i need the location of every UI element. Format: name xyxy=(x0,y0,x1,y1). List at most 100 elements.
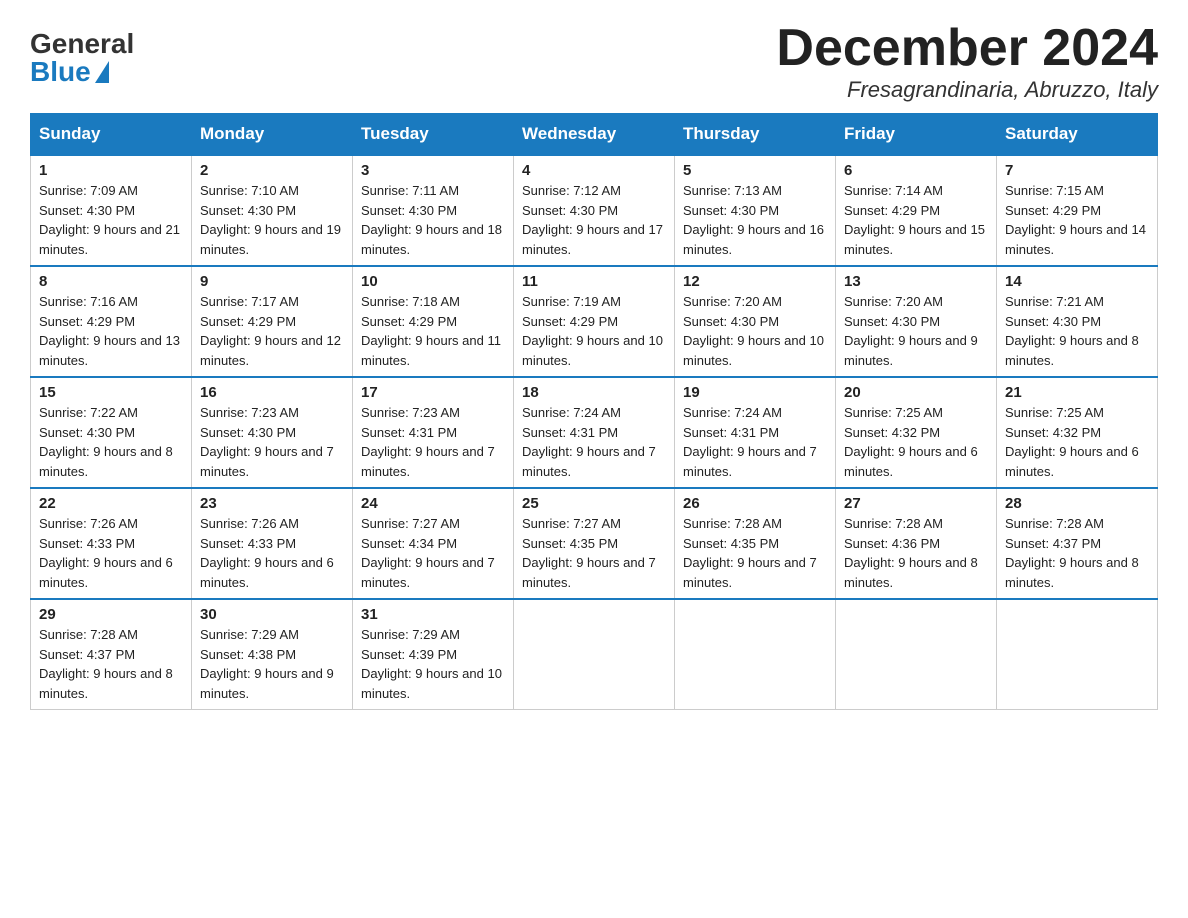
day-number: 28 xyxy=(1005,495,1149,512)
calendar-cell: 29 Sunrise: 7:28 AMSunset: 4:37 PMDaylig… xyxy=(31,599,192,710)
location-label: Fresagrandinaria, Abruzzo, Italy xyxy=(776,77,1158,103)
day-number: 10 xyxy=(361,273,505,290)
calendar-cell: 9 Sunrise: 7:17 AMSunset: 4:29 PMDayligh… xyxy=(192,266,353,377)
day-number: 4 xyxy=(522,162,666,179)
calendar-cell: 19 Sunrise: 7:24 AMSunset: 4:31 PMDaylig… xyxy=(675,377,836,488)
calendar-week-5: 29 Sunrise: 7:28 AMSunset: 4:37 PMDaylig… xyxy=(31,599,1158,710)
day-number: 26 xyxy=(683,495,827,512)
day-info: Sunrise: 7:09 AMSunset: 4:30 PMDaylight:… xyxy=(39,183,180,257)
calendar-cell: 15 Sunrise: 7:22 AMSunset: 4:30 PMDaylig… xyxy=(31,377,192,488)
day-info: Sunrise: 7:28 AMSunset: 4:37 PMDaylight:… xyxy=(39,627,173,701)
calendar-cell: 28 Sunrise: 7:28 AMSunset: 4:37 PMDaylig… xyxy=(997,488,1158,599)
day-number: 3 xyxy=(361,162,505,179)
calendar-cell: 6 Sunrise: 7:14 AMSunset: 4:29 PMDayligh… xyxy=(836,155,997,266)
day-info: Sunrise: 7:23 AMSunset: 4:30 PMDaylight:… xyxy=(200,405,334,479)
day-number: 20 xyxy=(844,384,988,401)
day-info: Sunrise: 7:24 AMSunset: 4:31 PMDaylight:… xyxy=(522,405,656,479)
calendar-cell: 11 Sunrise: 7:19 AMSunset: 4:29 PMDaylig… xyxy=(514,266,675,377)
calendar-cell: 31 Sunrise: 7:29 AMSunset: 4:39 PMDaylig… xyxy=(353,599,514,710)
day-number: 27 xyxy=(844,495,988,512)
calendar-cell: 27 Sunrise: 7:28 AMSunset: 4:36 PMDaylig… xyxy=(836,488,997,599)
day-info: Sunrise: 7:11 AMSunset: 4:30 PMDaylight:… xyxy=(361,183,502,257)
calendar-header: SundayMondayTuesdayWednesdayThursdayFrid… xyxy=(31,114,1158,156)
calendar-cell: 22 Sunrise: 7:26 AMSunset: 4:33 PMDaylig… xyxy=(31,488,192,599)
calendar-cell xyxy=(675,599,836,710)
day-info: Sunrise: 7:26 AMSunset: 4:33 PMDaylight:… xyxy=(200,516,334,590)
weekday-header-saturday: Saturday xyxy=(997,114,1158,156)
day-number: 12 xyxy=(683,273,827,290)
calendar-week-1: 1 Sunrise: 7:09 AMSunset: 4:30 PMDayligh… xyxy=(31,155,1158,266)
calendar-cell: 10 Sunrise: 7:18 AMSunset: 4:29 PMDaylig… xyxy=(353,266,514,377)
day-number: 29 xyxy=(39,606,183,623)
day-info: Sunrise: 7:26 AMSunset: 4:33 PMDaylight:… xyxy=(39,516,173,590)
day-number: 1 xyxy=(39,162,183,179)
day-number: 6 xyxy=(844,162,988,179)
day-number: 30 xyxy=(200,606,344,623)
weekday-header-sunday: Sunday xyxy=(31,114,192,156)
month-title: December 2024 xyxy=(776,20,1158,77)
calendar-cell: 12 Sunrise: 7:20 AMSunset: 4:30 PMDaylig… xyxy=(675,266,836,377)
calendar-cell: 5 Sunrise: 7:13 AMSunset: 4:30 PMDayligh… xyxy=(675,155,836,266)
day-info: Sunrise: 7:20 AMSunset: 4:30 PMDaylight:… xyxy=(683,294,824,368)
calendar-cell xyxy=(997,599,1158,710)
day-info: Sunrise: 7:29 AMSunset: 4:38 PMDaylight:… xyxy=(200,627,334,701)
day-info: Sunrise: 7:28 AMSunset: 4:37 PMDaylight:… xyxy=(1005,516,1139,590)
day-info: Sunrise: 7:24 AMSunset: 4:31 PMDaylight:… xyxy=(683,405,817,479)
day-number: 24 xyxy=(361,495,505,512)
day-number: 8 xyxy=(39,273,183,290)
day-number: 22 xyxy=(39,495,183,512)
day-number: 13 xyxy=(844,273,988,290)
weekday-header-tuesday: Tuesday xyxy=(353,114,514,156)
calendar-cell: 7 Sunrise: 7:15 AMSunset: 4:29 PMDayligh… xyxy=(997,155,1158,266)
day-info: Sunrise: 7:10 AMSunset: 4:30 PMDaylight:… xyxy=(200,183,341,257)
calendar-cell: 1 Sunrise: 7:09 AMSunset: 4:30 PMDayligh… xyxy=(31,155,192,266)
day-info: Sunrise: 7:21 AMSunset: 4:30 PMDaylight:… xyxy=(1005,294,1139,368)
calendar-cell: 17 Sunrise: 7:23 AMSunset: 4:31 PMDaylig… xyxy=(353,377,514,488)
calendar-cell: 20 Sunrise: 7:25 AMSunset: 4:32 PMDaylig… xyxy=(836,377,997,488)
day-info: Sunrise: 7:13 AMSunset: 4:30 PMDaylight:… xyxy=(683,183,824,257)
day-info: Sunrise: 7:15 AMSunset: 4:29 PMDaylight:… xyxy=(1005,183,1146,257)
logo-triangle-icon xyxy=(95,61,109,83)
calendar-cell: 21 Sunrise: 7:25 AMSunset: 4:32 PMDaylig… xyxy=(997,377,1158,488)
calendar-cell xyxy=(514,599,675,710)
logo: General Blue xyxy=(30,20,134,86)
calendar-cell: 4 Sunrise: 7:12 AMSunset: 4:30 PMDayligh… xyxy=(514,155,675,266)
day-info: Sunrise: 7:29 AMSunset: 4:39 PMDaylight:… xyxy=(361,627,502,701)
day-info: Sunrise: 7:25 AMSunset: 4:32 PMDaylight:… xyxy=(1005,405,1139,479)
calendar-cell: 26 Sunrise: 7:28 AMSunset: 4:35 PMDaylig… xyxy=(675,488,836,599)
calendar-cell: 25 Sunrise: 7:27 AMSunset: 4:35 PMDaylig… xyxy=(514,488,675,599)
day-number: 7 xyxy=(1005,162,1149,179)
day-number: 15 xyxy=(39,384,183,401)
calendar-cell: 24 Sunrise: 7:27 AMSunset: 4:34 PMDaylig… xyxy=(353,488,514,599)
calendar-week-4: 22 Sunrise: 7:26 AMSunset: 4:33 PMDaylig… xyxy=(31,488,1158,599)
day-number: 14 xyxy=(1005,273,1149,290)
calendar-week-3: 15 Sunrise: 7:22 AMSunset: 4:30 PMDaylig… xyxy=(31,377,1158,488)
calendar-week-2: 8 Sunrise: 7:16 AMSunset: 4:29 PMDayligh… xyxy=(31,266,1158,377)
day-info: Sunrise: 7:19 AMSunset: 4:29 PMDaylight:… xyxy=(522,294,663,368)
calendar-cell: 8 Sunrise: 7:16 AMSunset: 4:29 PMDayligh… xyxy=(31,266,192,377)
day-info: Sunrise: 7:28 AMSunset: 4:35 PMDaylight:… xyxy=(683,516,817,590)
calendar-cell: 13 Sunrise: 7:20 AMSunset: 4:30 PMDaylig… xyxy=(836,266,997,377)
day-number: 16 xyxy=(200,384,344,401)
day-number: 21 xyxy=(1005,384,1149,401)
page-header: General Blue December 2024 Fresagrandina… xyxy=(30,20,1158,103)
day-info: Sunrise: 7:16 AMSunset: 4:29 PMDaylight:… xyxy=(39,294,180,368)
calendar-body: 1 Sunrise: 7:09 AMSunset: 4:30 PMDayligh… xyxy=(31,155,1158,710)
calendar-cell: 23 Sunrise: 7:26 AMSunset: 4:33 PMDaylig… xyxy=(192,488,353,599)
day-number: 2 xyxy=(200,162,344,179)
day-number: 19 xyxy=(683,384,827,401)
calendar-cell: 18 Sunrise: 7:24 AMSunset: 4:31 PMDaylig… xyxy=(514,377,675,488)
calendar-cell: 16 Sunrise: 7:23 AMSunset: 4:30 PMDaylig… xyxy=(192,377,353,488)
day-number: 17 xyxy=(361,384,505,401)
calendar-cell: 3 Sunrise: 7:11 AMSunset: 4:30 PMDayligh… xyxy=(353,155,514,266)
day-number: 11 xyxy=(522,273,666,290)
day-number: 5 xyxy=(683,162,827,179)
logo-blue-text: Blue xyxy=(30,58,109,86)
day-number: 18 xyxy=(522,384,666,401)
day-number: 25 xyxy=(522,495,666,512)
day-info: Sunrise: 7:12 AMSunset: 4:30 PMDaylight:… xyxy=(522,183,663,257)
calendar-table: SundayMondayTuesdayWednesdayThursdayFrid… xyxy=(30,113,1158,710)
day-info: Sunrise: 7:20 AMSunset: 4:30 PMDaylight:… xyxy=(844,294,978,368)
weekday-header-wednesday: Wednesday xyxy=(514,114,675,156)
day-info: Sunrise: 7:17 AMSunset: 4:29 PMDaylight:… xyxy=(200,294,341,368)
